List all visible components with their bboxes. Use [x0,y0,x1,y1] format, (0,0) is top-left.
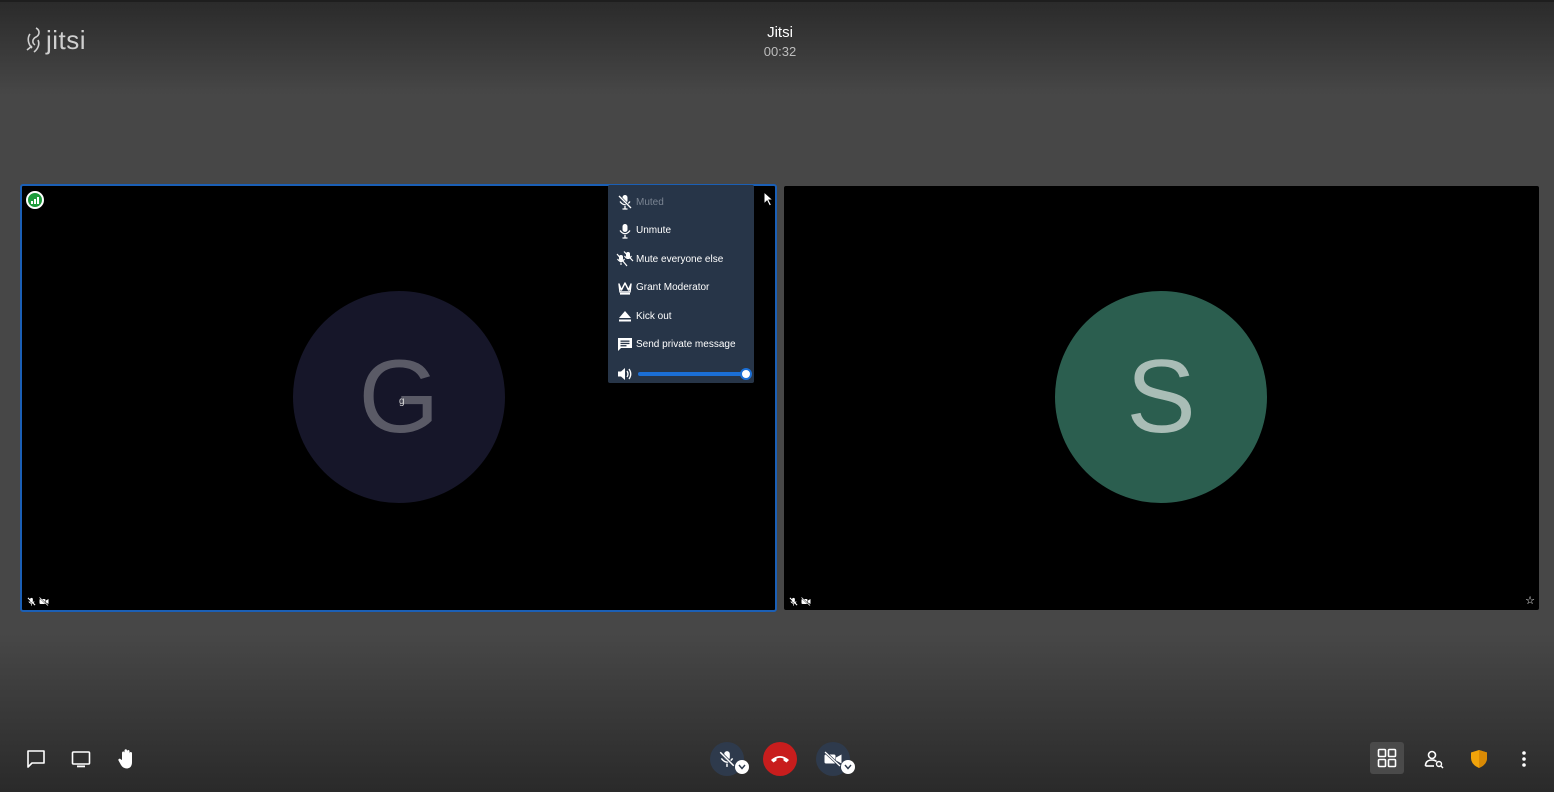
mic-icon [616,222,634,240]
menu-item-label: Kick out [636,310,672,322]
camera-off-status-icon [801,597,811,606]
screenshare-icon [71,751,91,768]
security-options-button[interactable] [1467,747,1491,771]
status-indicators [789,597,811,606]
message-icon [616,336,634,354]
more-options-button[interactable] [1512,747,1536,771]
menu-item-label: Unmute [636,225,672,237]
eject-icon [616,307,634,325]
chevron-down-icon [738,764,746,770]
menu-item-label: Mute everyone else [636,253,724,265]
raise-hand-icon [118,749,132,769]
jitsi-logo-icon [26,27,40,53]
menu-item-grant-moderator[interactable]: Grant Moderator [608,274,754,303]
hangup-icon [771,756,789,763]
display-name[interactable]: g [399,396,405,407]
chat-button[interactable] [24,747,48,771]
screenshare-button[interactable] [69,747,93,771]
tile-view-icon [1377,748,1397,768]
camera-off-icon [824,751,842,767]
menu-item-kick-out[interactable]: Kick out [608,302,754,331]
mic-muted-status-icon [27,597,36,606]
volume-icon [616,365,634,383]
mic-muted-icon [616,193,634,211]
security-shield-icon [1471,750,1487,768]
jitsi-logo[interactable]: jitsi [24,26,86,54]
menu-item-label: Send private message [636,339,736,351]
more-icon [1522,751,1526,767]
menu-item-mute-everyone-else[interactable]: Mute everyone else [608,245,754,274]
chevron-down-icon [844,764,852,770]
raise-hand-button[interactable] [115,746,139,772]
camera-options-button[interactable] [841,760,855,774]
meeting-timer: 00:32 [763,44,797,59]
mute-everyone-icon [616,250,634,268]
crown-icon [616,279,634,297]
meeting-header: Jitsi 00:32 [680,24,880,60]
menu-item-muted: Muted [608,188,754,217]
mic-muted-status-icon [789,597,798,606]
invite-button[interactable] [1422,747,1446,771]
top-border [0,0,1554,2]
volume-slider-thumb[interactable] [740,368,752,380]
avatar-initial: S [1126,339,1196,455]
volume-control [608,359,754,389]
volume-slider[interactable] [638,368,752,380]
logo-text: jitsi [46,25,87,55]
chat-icon [27,750,45,768]
connection-indicator-icon[interactable] [26,191,44,209]
remote-video-menu: Muted Unmute Mute everyone else Grant Mo… [608,185,754,383]
participant-tile-s[interactable]: S ☆ [784,186,1539,610]
avatar: S [1055,291,1267,503]
camera-off-status-icon [39,597,49,606]
invite-icon [1424,750,1444,769]
menu-item-send-private-message[interactable]: Send private message [608,331,754,360]
moderator-star-icon: ☆ [1525,595,1535,607]
mic-muted-icon [719,751,735,767]
menu-item-label: Muted [636,196,664,208]
menu-item-label: Grant Moderator [636,282,710,294]
microphone-options-button[interactable] [735,760,749,774]
menu-item-unmute[interactable]: Unmute [608,217,754,246]
hangup-button[interactable] [763,742,797,776]
tile-view-button[interactable] [1370,742,1404,774]
status-indicators [27,597,49,606]
mouse-cursor-icon [763,191,775,207]
meeting-title: Jitsi [767,24,793,41]
